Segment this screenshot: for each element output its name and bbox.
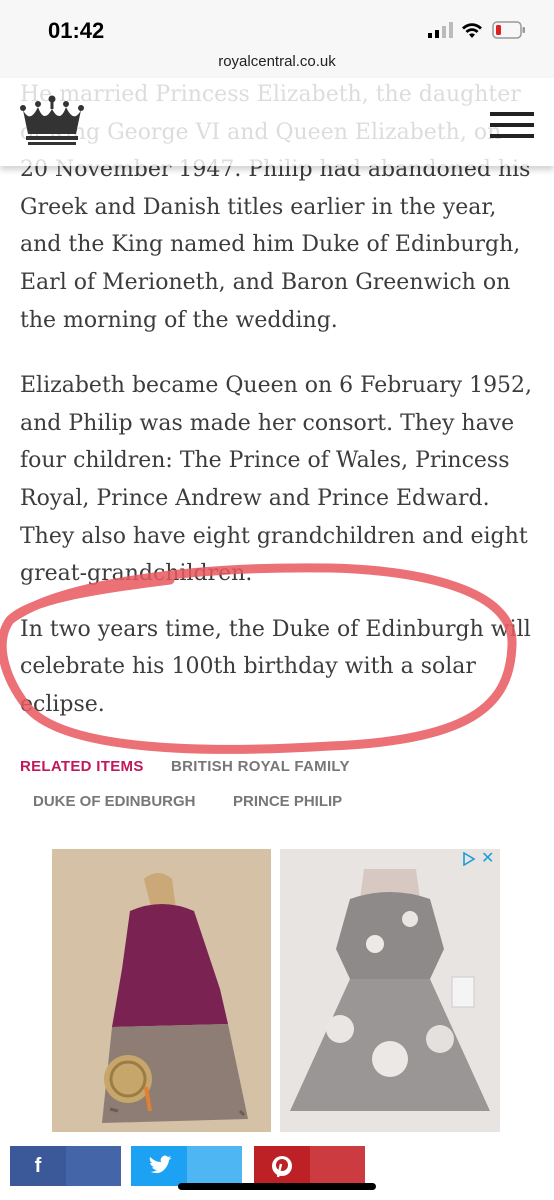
tag-british-royal-family[interactable]: BRITISH ROYAL FAMILY	[171, 758, 350, 775]
ad-dress-image[interactable]	[52, 849, 271, 1132]
url-bar[interactable]: royalcentral.co.uk	[0, 48, 554, 78]
share-pinterest-button[interactable]	[254, 1146, 365, 1186]
advertisement[interactable]: ✕	[52, 849, 500, 1132]
facebook-icon: f	[34, 1155, 42, 1177]
pinterest-icon	[272, 1156, 292, 1178]
tags-row: RELATED ITEMS BRITISH ROYAL FAMILY	[20, 758, 540, 775]
article-body: He married Princess Elizabeth, the daugh…	[20, 76, 536, 752]
close-icon[interactable]: ✕	[481, 849, 497, 867]
crown-logo[interactable]	[16, 94, 88, 148]
wifi-icon	[462, 23, 482, 38]
status-time: 01:42	[48, 18, 105, 43]
url-text: royalcentral.co.uk	[218, 53, 336, 70]
adchoices-icon[interactable]	[462, 852, 476, 866]
tag-prince-philip[interactable]: PRINCE PHILIP	[233, 793, 342, 810]
share-facebook-button[interactable]: f	[10, 1146, 121, 1186]
home-indicator	[178, 1183, 376, 1190]
ad-dress-image[interactable]	[280, 849, 500, 1132]
tag-duke-of-edinburgh[interactable]: DUKE OF EDINBURGH	[33, 793, 196, 810]
signal-icon	[428, 22, 453, 38]
twitter-icon	[149, 1155, 172, 1174]
status-bar: 01:42	[0, 0, 554, 50]
hamburger-menu-icon[interactable]	[490, 112, 534, 144]
tags-row: DUKE OF EDINBURGH PRINCE PHILIP	[33, 793, 342, 810]
article-paragraph: In two years time, the Duke of Edinburgh…	[20, 616, 531, 717]
related-items-label: RELATED ITEMS	[20, 758, 144, 775]
share-twitter-button[interactable]	[131, 1146, 242, 1186]
battery-icon	[492, 21, 525, 39]
article-paragraph: Elizabeth became Queen on 6 February 195…	[20, 373, 533, 587]
site-header	[0, 78, 554, 166]
